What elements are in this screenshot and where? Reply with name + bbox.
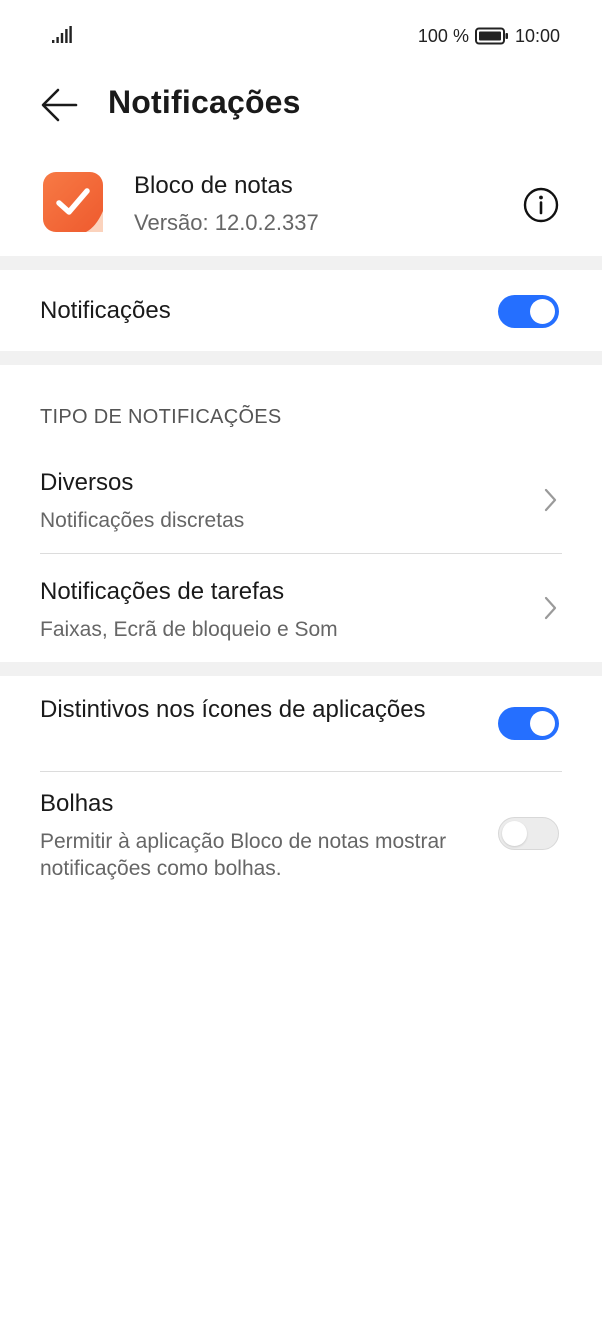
divider xyxy=(40,553,562,554)
list-item-subtitle: Notificações discretas xyxy=(40,509,245,532)
notifications-toggle[interactable] xyxy=(498,295,559,328)
toggle-knob xyxy=(530,711,555,736)
toggle-knob xyxy=(530,299,555,324)
signal-icon xyxy=(52,26,72,43)
app-version: Versão: 12.0.2.337 xyxy=(134,210,319,235)
battery-percent: 100 % xyxy=(417,25,469,46)
bubbles-description: Permitir à aplicação Bloco de notas most… xyxy=(40,830,447,880)
section-separator xyxy=(0,662,602,676)
notepad-app-icon xyxy=(43,172,103,232)
chevron-right-icon xyxy=(544,596,557,620)
chevron-right-icon xyxy=(544,488,557,512)
status-right: 100 % 10:00 xyxy=(418,24,560,48)
page-title: Notificações xyxy=(108,84,301,120)
bubbles-toggle[interactable] xyxy=(498,817,559,850)
app-name: Bloco de notas xyxy=(134,172,293,199)
app-info: Bloco de notas Versão: 12.0.2.337 xyxy=(0,160,602,256)
section-separator xyxy=(0,256,602,270)
list-item-title: Notificações de tarefas xyxy=(40,578,285,605)
list-item-subtitle: Faixas, Ecrã de bloqueio e Som xyxy=(40,618,338,641)
list-item-title: Diversos xyxy=(40,469,134,496)
section-header-notification-types: TIPO DE NOTIFICAÇÕES xyxy=(40,406,282,428)
clock: 10:00 xyxy=(514,25,560,46)
badges-toggle[interactable] xyxy=(498,707,559,740)
top-app-bar: Notificações xyxy=(0,72,602,136)
notifications-label: Notificações xyxy=(40,297,171,324)
battery-icon xyxy=(474,27,508,45)
toggle-knob xyxy=(502,821,527,846)
info-icon[interactable] xyxy=(522,186,560,224)
back-arrow-icon[interactable] xyxy=(38,84,80,126)
divider xyxy=(40,771,562,772)
status-bar: 100 % 10:00 xyxy=(0,0,602,72)
badges-label: Distintivos nos ícones de aplicações xyxy=(40,696,426,723)
section-separator xyxy=(0,351,602,365)
bubbles-title: Bolhas xyxy=(40,790,114,817)
